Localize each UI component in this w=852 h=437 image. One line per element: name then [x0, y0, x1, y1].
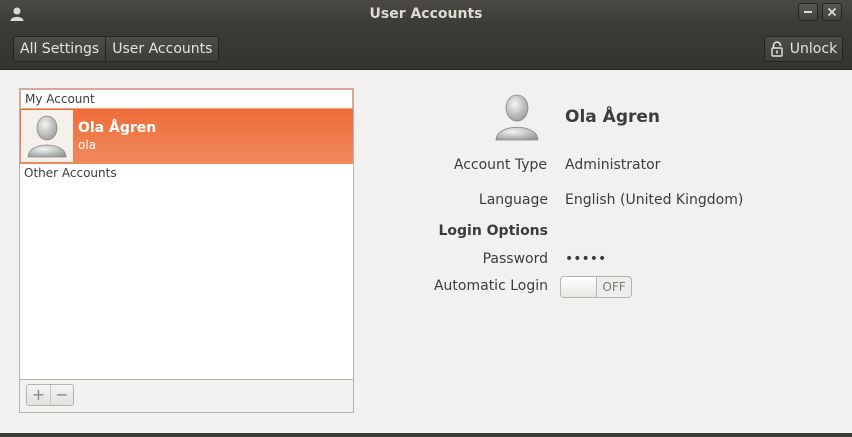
breadcrumb: All Settings User Accounts — [13, 36, 220, 62]
lock-icon — [771, 41, 783, 57]
user-accounts-crumb[interactable]: User Accounts — [105, 37, 218, 61]
add-remove-group: + − — [26, 384, 74, 406]
user-list-toolbar: + − — [19, 380, 354, 413]
all-settings-button[interactable]: All Settings — [14, 37, 105, 61]
content-area: My Account Ola Ågren ola Other Accounts — [0, 70, 852, 433]
unlock-label: Unlock — [789, 41, 838, 57]
language-label: Language — [478, 192, 548, 208]
toggle-knob — [561, 277, 597, 297]
automatic-login-toggle[interactable]: OFF — [560, 276, 632, 298]
minimize-icon — [804, 11, 812, 13]
user-list: My Account Ola Ågren ola Other Accounts — [19, 88, 354, 380]
title-bar: User Accounts — [0, 0, 852, 28]
login-options-heading: Login Options — [438, 223, 548, 239]
user-accounts-app-icon — [10, 7, 24, 21]
account-type-value[interactable]: Administrator — [565, 157, 660, 173]
language-value[interactable]: English (United Kingdom) — [565, 192, 743, 208]
minimize-button[interactable] — [798, 3, 818, 21]
selected-user-login: ola — [78, 138, 97, 152]
password-value[interactable]: ••••• — [565, 251, 606, 267]
user-avatar-icon — [27, 115, 67, 158]
avatar — [21, 110, 73, 162]
user-avatar-icon[interactable] — [493, 92, 541, 142]
window-title: User Accounts — [369, 6, 483, 22]
automatic-login-label: Automatic Login — [433, 278, 548, 294]
toggle-state: OFF — [602, 280, 626, 294]
user-full-name[interactable]: Ola Ågren — [565, 107, 660, 127]
list-item-selected-user[interactable]: Ola Ågren ola — [20, 109, 353, 164]
unlock-button[interactable]: Unlock — [764, 36, 843, 62]
my-account-header: My Account — [20, 89, 353, 109]
add-user-button[interactable]: + — [27, 385, 50, 405]
selected-user-name: Ola Ågren — [78, 120, 157, 136]
remove-user-button[interactable]: − — [50, 385, 73, 405]
account-type-label: Account Type — [453, 157, 547, 173]
window-bottom-border — [0, 433, 852, 437]
close-icon — [827, 7, 837, 17]
password-label: Password — [482, 251, 548, 267]
toolbar: All Settings User Accounts Unlock — [0, 28, 852, 70]
close-button[interactable] — [822, 3, 842, 21]
other-accounts-header: Other Accounts — [24, 166, 117, 180]
